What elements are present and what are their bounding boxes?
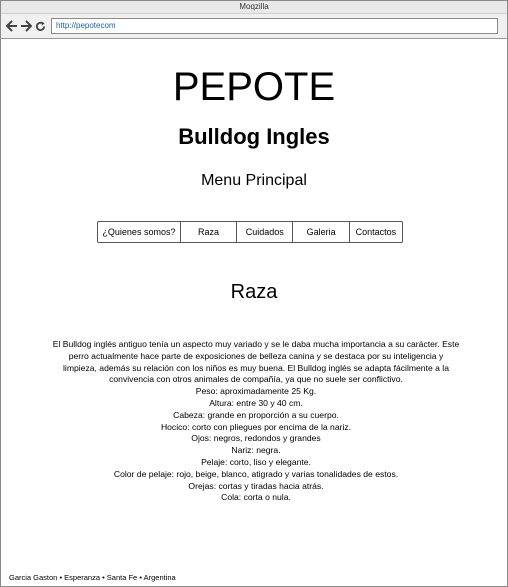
page-content: PEPOTE Bulldog Ingles Menu Principal ¿Qu…: [1, 40, 507, 586]
nav-quienes-somos[interactable]: ¿Quienes somos?: [98, 222, 181, 242]
nav-contactos[interactable]: Contactos: [350, 222, 402, 242]
breed-title: Bulldog Ingles: [178, 124, 330, 149]
browser-toolbar: http://pepotecom: [1, 14, 507, 39]
nav-cuidados[interactable]: Cuidados: [237, 222, 294, 242]
feature-line: Orejas: cortas y tiradas hacia atrás.: [188, 480, 324, 491]
menu-title: Menu Principal: [201, 172, 307, 189]
address-bar[interactable]: http://pepotecom: [51, 18, 498, 34]
feature-line: Ojos: negros, redondos y grandes: [191, 433, 321, 444]
browser-window: Moqzilla http://pepotecom PEPOTE Bulldog…: [0, 0, 508, 587]
feature-line: Cola: corta o nula.: [221, 492, 291, 503]
feature-line: Pelaje: corto, liso y elegante.: [201, 456, 311, 467]
nav-raza[interactable]: Raza: [181, 222, 238, 242]
feature-line: Nariz: negra.: [231, 445, 281, 456]
site-title: PEPOTE: [172, 65, 336, 109]
window-title: Moqzilla: [1, 1, 507, 14]
feature-line: Hocico: corto con pliegues por encima de…: [160, 421, 352, 432]
forward-arrow-icon[interactable]: [19, 18, 33, 34]
section-title: Raza: [230, 281, 278, 303]
feature-line: Peso: aproximadamente 25 Kg.: [195, 386, 317, 397]
feature-line: Altura: entre 30 y 40 cm.: [209, 397, 303, 408]
main-nav: ¿Quienes somos? Raza Cuidados Galeria Co…: [97, 221, 403, 243]
page-footer: Garcia Gaston • Esperanza • Santa Fe • A…: [9, 573, 176, 582]
feature-line: Cabeza: grande en proporción a su cuerpo…: [173, 409, 339, 420]
breed-description: El Bulldog inglés antiguo tenía un aspec…: [51, 339, 461, 504]
intro-paragraph: El Bulldog inglés antiguo tenía un aspec…: [52, 339, 460, 385]
back-arrow-icon[interactable]: [5, 18, 19, 34]
nav-galeria[interactable]: Galeria: [293, 222, 350, 242]
feature-line: Color de pelaje: rojo, beige, blanco, at…: [113, 468, 399, 479]
reload-icon[interactable]: [33, 18, 47, 34]
